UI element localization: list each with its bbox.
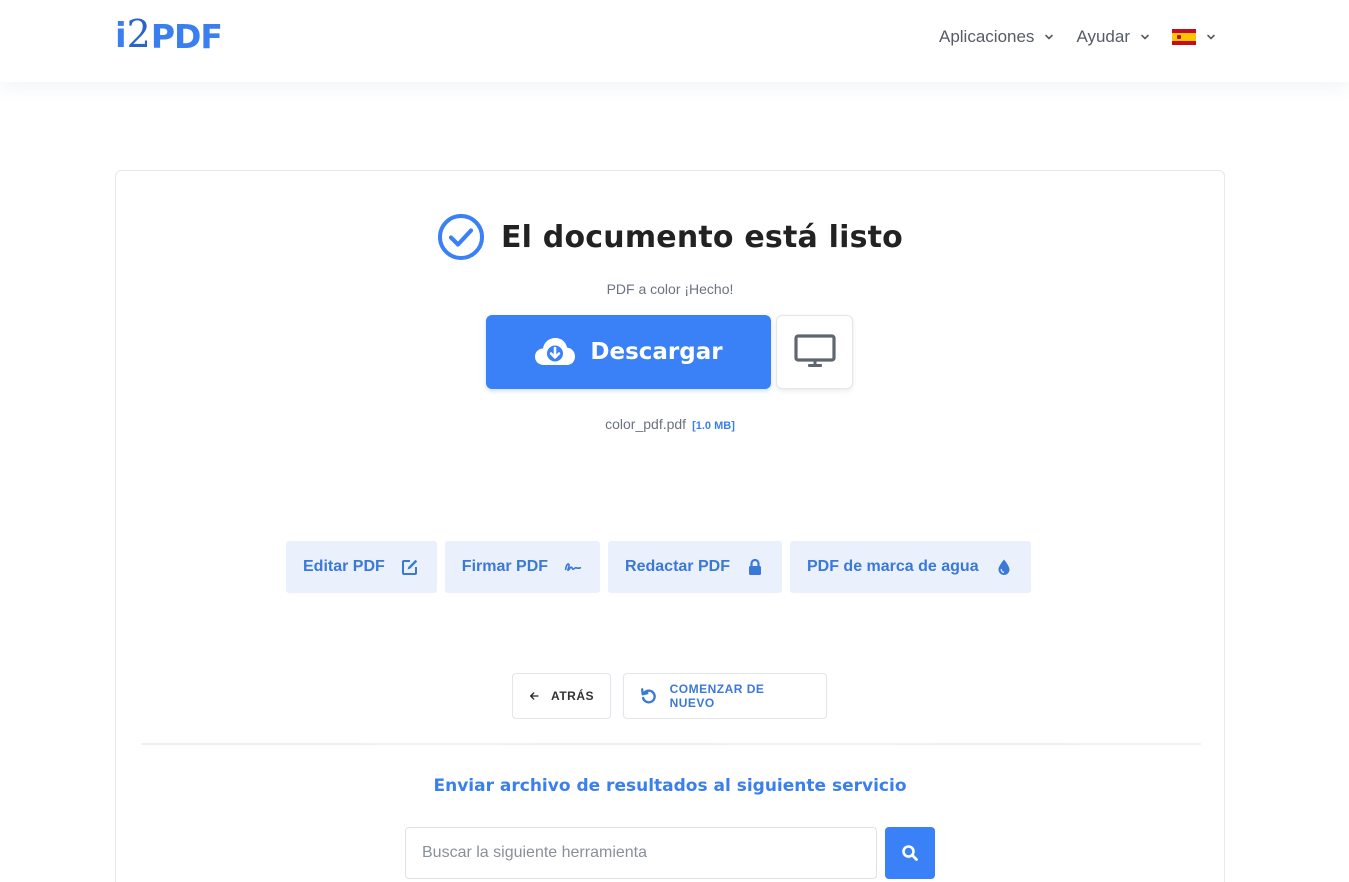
title-row: El documento está listo: [116, 213, 1224, 261]
monitor-icon: [793, 334, 836, 367]
page-title: El documento está listo: [500, 219, 903, 255]
logo-two: 2: [126, 12, 151, 56]
nav-aplicaciones-label: Aplicaciones: [938, 27, 1035, 46]
status-subtitle: PDF a color ¡Hecho!: [606, 281, 734, 297]
result-card: El documento está listo PDF a color ¡Hec…: [115, 170, 1225, 882]
start-over-button[interactable]: COMENZAR DE NUEVO: [623, 673, 827, 719]
file-info: color_pdf.pdf [1.0 MB]: [116, 416, 1224, 432]
send-section-title: Enviar archivo de resultados al siguient…: [433, 776, 907, 796]
tool-search: [405, 827, 935, 879]
back-label: ATRÁS: [551, 689, 594, 703]
language-selector[interactable]: [1150, 29, 1216, 45]
download-label: Descargar: [590, 339, 723, 365]
edit-icon: [401, 559, 417, 575]
sign-pdf-button[interactable]: Firmar PDF: [444, 541, 601, 593]
signature-icon: [564, 563, 582, 572]
header: i 2 PDF Aplicaciones Ayudar: [0, 0, 1349, 82]
back-button[interactable]: ATRÁS: [512, 673, 611, 719]
divider: [141, 743, 1201, 745]
nav-aplicaciones[interactable]: Aplicaciones: [939, 27, 1054, 47]
preview-button[interactable]: [776, 315, 853, 389]
tool-buttons: Editar PDF Firmar PDF Redactar PDF PDF d…: [286, 541, 1039, 593]
watermark-pdf-button[interactable]: PDF de marca de agua: [789, 541, 1031, 593]
lock-icon: [748, 558, 761, 575]
navigation-buttons: ATRÁS COMENZAR DE NUEVO: [512, 673, 839, 719]
logo-i: i: [115, 16, 127, 56]
nav-ayudar-label: Ayudar: [1076, 27, 1130, 46]
file-size: [1.0 MB]: [692, 420, 735, 432]
droplet-icon: [998, 559, 1010, 575]
sign-pdf-label: Firmar PDF: [461, 558, 549, 575]
search-button[interactable]: [885, 827, 935, 879]
arrow-left-icon: [530, 692, 539, 700]
download-button[interactable]: Descargar: [486, 315, 771, 389]
file-name: color_pdf.pdf: [605, 416, 687, 432]
chevron-down-icon: [1207, 34, 1215, 40]
search-icon: [902, 845, 918, 861]
search-input[interactable]: [405, 827, 877, 879]
nav-ayudar[interactable]: Ayudar: [1076, 27, 1150, 47]
logo[interactable]: i 2 PDF: [115, 12, 223, 56]
chevron-down-icon: [1045, 34, 1054, 40]
top-nav: Aplicaciones Ayudar: [917, 24, 1216, 50]
check-circle-icon: [437, 214, 484, 260]
edit-pdf-label: Editar PDF: [303, 558, 385, 575]
watermark-pdf-label: PDF de marca de agua: [806, 558, 979, 575]
logo-pdf: PDF: [150, 17, 223, 56]
undo-icon: [640, 688, 656, 704]
redact-pdf-label: Redactar PDF: [625, 558, 730, 575]
es-flag-icon: [1172, 29, 1196, 45]
chevron-down-icon: [1141, 34, 1149, 40]
edit-pdf-button[interactable]: Editar PDF: [286, 541, 437, 593]
cloud-download-icon: [535, 338, 576, 365]
download-row: Descargar: [486, 315, 853, 389]
start-over-label: COMENZAR DE NUEVO: [669, 682, 765, 710]
redact-pdf-button[interactable]: Redactar PDF: [608, 541, 782, 593]
